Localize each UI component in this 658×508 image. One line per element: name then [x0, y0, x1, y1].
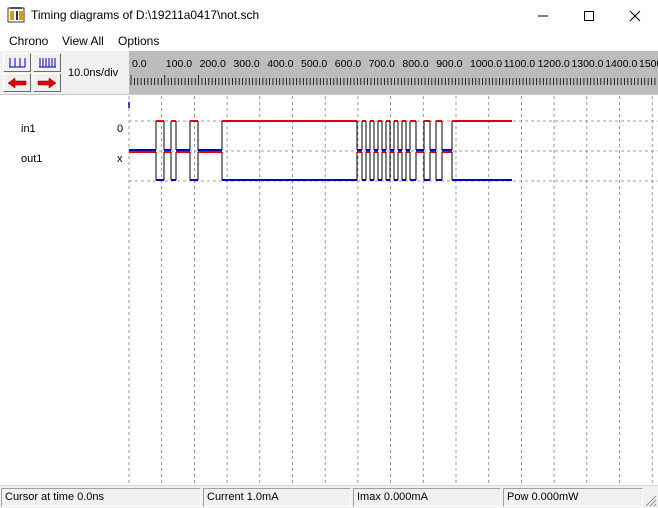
waveform-canvas [128, 96, 658, 485]
window-title: Timing diagrams of D:\19211a0417\not.sch [31, 8, 260, 22]
ruler-label: 300.0 [233, 58, 259, 70]
ruler-label: 100.0 [166, 58, 192, 70]
ruler-label: 600.0 [335, 58, 361, 70]
time-scale-label: 10.0ns/div [68, 67, 119, 79]
ruler-label: 1100.0 [504, 58, 535, 70]
ruler-label: 1500.0 [639, 58, 658, 70]
resize-grip-icon[interactable] [644, 494, 657, 507]
minimize-icon [538, 15, 548, 16]
ruler-label: 1000.0 [470, 58, 502, 70]
ruler-label: 800.0 [402, 58, 428, 70]
zoom-out-button[interactable] [33, 53, 61, 72]
menu-bar: Chrono View All Options [0, 31, 658, 51]
ruler-label: 700.0 [369, 58, 395, 70]
scroll-right-button[interactable] [33, 73, 61, 92]
minimize-button[interactable] [520, 0, 566, 31]
ruler-label: 400.0 [267, 58, 293, 70]
zoom-in-ticks-icon [9, 57, 26, 67]
zoom-in-button[interactable] [3, 53, 31, 72]
ruler-label: 1300.0 [571, 58, 603, 70]
microwind-chip-icon [7, 7, 25, 23]
signal-name-in1[interactable]: in1 [21, 123, 36, 135]
ruler-label: 1200.0 [538, 58, 570, 70]
zoom-out-ticks-icon [39, 57, 56, 67]
ruler-label: 200.0 [200, 58, 226, 70]
menu-options[interactable]: Options [118, 34, 159, 48]
signal-name-out1[interactable]: out1 [21, 153, 42, 165]
signal-value-in1: 0 [117, 123, 124, 135]
red-left-arrow-icon [7, 77, 27, 88]
menu-view-all[interactable]: View All [62, 34, 104, 48]
maximize-icon [584, 10, 594, 21]
wave-in1[interactable] [129, 120, 512, 151]
scroll-left-button[interactable] [3, 73, 31, 92]
status-current: Current 1.0mA [203, 488, 351, 507]
maximize-button[interactable] [566, 0, 612, 31]
status-bar: Cursor at time 0.0ns Current 1.0mA Imax … [0, 485, 658, 508]
close-button[interactable] [612, 0, 658, 31]
status-power: Pow 0.000mW [503, 488, 643, 507]
ruler-label: 900.0 [436, 58, 462, 70]
waveform-area[interactable]: in1 0 out1 x [0, 96, 658, 485]
menu-chrono[interactable]: Chrono [9, 34, 48, 48]
ruler-label: 1400.0 [605, 58, 637, 70]
close-icon [629, 10, 641, 21]
red-right-arrow-icon [37, 77, 57, 88]
title-bar: Timing diagrams of D:\19211a0417\not.sch [0, 0, 658, 31]
toolbar: 10.0ns/div 0.0 100.0 200.0 300.0 400.0 500.0 6… [0, 51, 658, 95]
wave-out1[interactable] [129, 151, 512, 181]
signal-value-out1: x [117, 153, 123, 165]
ruler-label: 500.0 [301, 58, 327, 70]
status-imax: Imax 0.000mA [353, 488, 501, 507]
time-ruler[interactable]: 0.0 100.0 200.0 300.0 400.0 500.0 600.0 700.0 80… [129, 51, 658, 94]
ruler-label: 0.0 [132, 58, 147, 70]
ruler-graphic: 0.0 100.0 200.0 300.0 400.0 500.0 600.0 700.0 80… [130, 58, 658, 85]
status-cursor-time: Cursor at time 0.0ns [1, 488, 201, 507]
